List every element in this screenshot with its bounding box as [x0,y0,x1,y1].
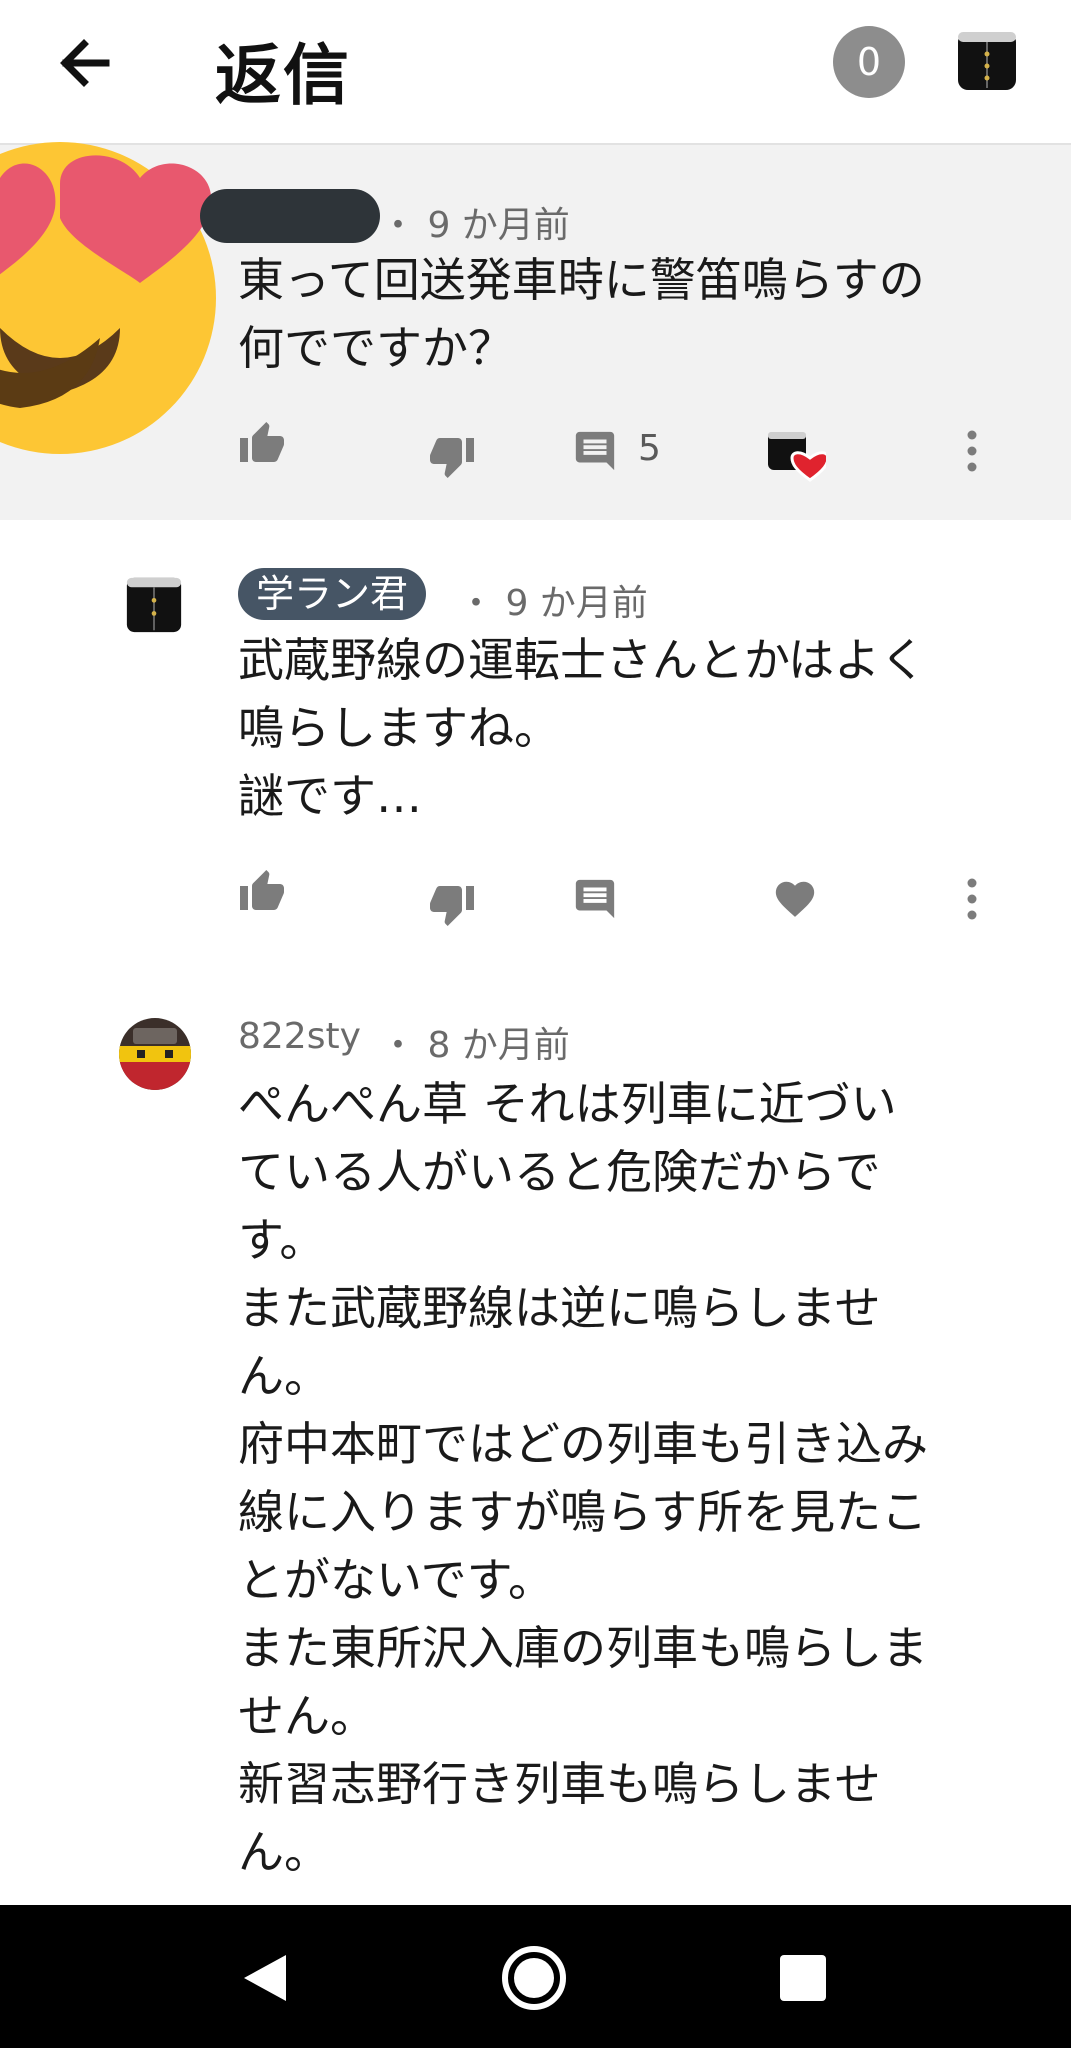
more-vert-icon[interactable] [962,428,982,474]
comment-text: ぺんぺん草 それは列車に近づい ている人がいると危険だからで す。 また武蔵野線… [238,1077,928,1879]
comment-time: ・ 8 か月前 [380,1025,570,1066]
comment-time: ・ 9 か月前 [458,583,648,624]
avatar[interactable] [125,576,183,634]
reply-count: 5 [638,428,661,469]
page-title: 返信 [215,37,351,114]
nav-back-icon[interactable] [240,1953,290,2007]
author-name[interactable]: 822sty [238,1016,361,1057]
thumb-up-icon[interactable] [238,868,286,916]
more-vert-icon[interactable] [962,876,982,922]
account-avatar[interactable] [956,30,1018,92]
reply-thread-screen: 返信 0 ・ 9 か月前 東って回送発車時に警笛鳴らすの 何でですか？ 5 学ラ… [0,0,1071,2048]
back-arrow-icon[interactable] [50,28,120,98]
thumb-down-icon[interactable] [428,880,476,928]
system-nav-bar [0,1905,1071,2048]
app-header: 返信 0 [0,0,1071,145]
comment-text: 武蔵野線の運転士さんとかはよく 鳴らしますね。 謎です… [238,633,927,823]
creator-heart-icon [766,430,826,482]
heart-eyes-avatar [0,138,220,468]
thumb-down-icon[interactable] [428,432,476,480]
comment-icon[interactable] [572,876,618,922]
redacted-username [200,189,380,243]
notification-counter[interactable]: 0 [833,26,905,98]
thumb-up-icon[interactable] [238,420,286,468]
avatar[interactable] [119,1018,191,1090]
nav-recents-icon[interactable] [780,1955,826,2005]
nav-home-icon[interactable] [501,1945,567,2015]
comment-icon[interactable] [572,428,618,474]
comment-text: 東って回送発車時に警笛鳴らすの 何でですか？ [238,253,925,375]
author-chip[interactable]: 学ラン君 [238,568,427,620]
heart-icon[interactable] [772,876,818,922]
comment-time: ・ 9 か月前 [380,205,570,246]
